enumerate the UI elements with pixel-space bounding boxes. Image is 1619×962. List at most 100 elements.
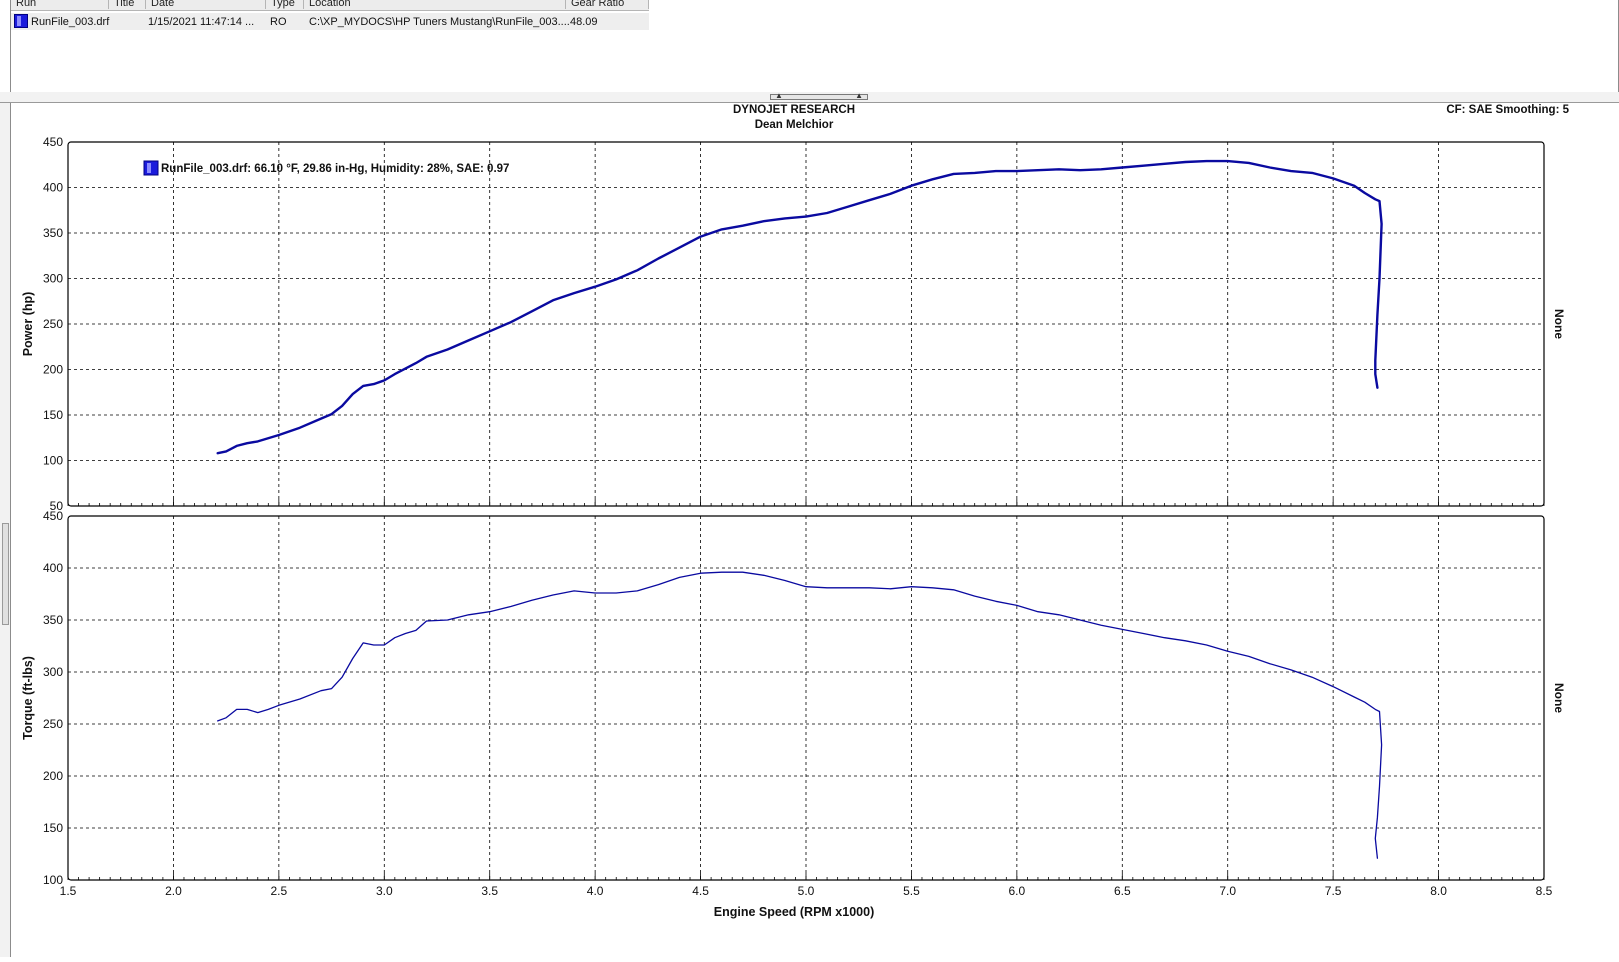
data-point: [1364, 192, 1365, 193]
data-point: [1122, 167, 1123, 168]
data-point: [1206, 644, 1207, 645]
company-title: DYNOJET RESEARCH: [733, 104, 855, 116]
data-point: [320, 418, 321, 419]
data-point: [1354, 185, 1355, 186]
data-point: [974, 596, 975, 597]
x-tick-label: 2.0: [165, 884, 182, 898]
data-point: [1227, 651, 1228, 652]
data-point: [1379, 786, 1380, 787]
y-tick-label: 200: [43, 363, 63, 377]
data-point: [1185, 640, 1186, 641]
data-point: [394, 637, 395, 638]
legend-swatch-highlight: [147, 163, 151, 173]
data-point: [1375, 374, 1376, 375]
data-point: [1058, 169, 1059, 170]
data-point: [236, 445, 237, 446]
data-point: [721, 572, 722, 573]
data-point: [278, 434, 279, 435]
x-tick-label: 4.5: [692, 884, 709, 898]
data-point: [363, 642, 364, 643]
data-point: [1377, 387, 1378, 388]
x-tick-label: 3.0: [376, 884, 393, 898]
data-point: [331, 688, 332, 689]
data-point: [784, 580, 785, 581]
data-point: [1269, 663, 1270, 664]
data-point: [700, 573, 701, 574]
data-point: [1164, 163, 1165, 164]
column-header-date[interactable]: Date: [146, 0, 266, 9]
data-point: [848, 587, 849, 588]
data-point: [510, 322, 511, 323]
data-point: [247, 443, 248, 444]
data-point: [1377, 817, 1378, 818]
y-axis-label: Power (hp): [21, 292, 35, 357]
data-point: [299, 698, 300, 699]
data-point: [415, 363, 416, 364]
column-header-run[interactable]: Run: [11, 0, 109, 9]
data-point: [1354, 696, 1355, 697]
data-point: [226, 717, 227, 718]
data-point: [268, 709, 269, 710]
data-point: [1290, 669, 1291, 670]
data-point: [1143, 633, 1144, 634]
data-point: [1227, 161, 1228, 162]
column-header-location[interactable]: Location: [304, 0, 566, 9]
data-point: [489, 331, 490, 332]
data-point: [1058, 614, 1059, 615]
data-point: [953, 173, 954, 174]
data-point: [405, 633, 406, 634]
data-point: [700, 236, 701, 237]
data-point: [1379, 201, 1380, 202]
cf-smoothing-label: CF: SAE Smoothing: 5: [1446, 104, 1569, 116]
run-list-panel: Run Title Date Type Location Gear Ratio …: [0, 0, 1619, 93]
data-point: [1375, 709, 1376, 710]
splitter-handle[interactable]: ▲ ▲: [770, 91, 868, 100]
data-point: [1379, 278, 1380, 279]
data-point: [531, 600, 532, 601]
data-point: [890, 193, 891, 194]
data-point: [679, 247, 680, 248]
y-tick-label: 350: [43, 226, 63, 240]
column-header-type[interactable]: Type: [266, 0, 304, 9]
data-point: [1164, 637, 1165, 638]
y-tick-label: 400: [43, 561, 63, 575]
run-location: C:\XP_MYDOCS\HP Tuners Mustang\RunFile_0…: [309, 16, 570, 28]
data-point: [405, 368, 406, 369]
data-point: [373, 384, 374, 385]
run-type: RO: [270, 16, 287, 28]
y-tick-label: 150: [43, 821, 63, 835]
data-point: [784, 218, 785, 219]
data-point: [742, 572, 743, 573]
x-tick-label: 4.0: [587, 884, 604, 898]
data-point: [1290, 171, 1291, 172]
data-point: [869, 200, 870, 201]
column-header-title[interactable]: Title: [109, 0, 146, 9]
data-point: [510, 606, 511, 607]
run-name: RunFile_003.drf: [31, 16, 110, 28]
data-point: [995, 171, 996, 172]
run-table-row[interactable]: RunFile_003.drf 1/15/2021 11:47:14 ... R…: [11, 13, 649, 30]
y-axis-label: Torque (ft-lbs): [21, 656, 35, 740]
data-point: [1016, 605, 1017, 606]
data-point: [721, 229, 722, 230]
y-tick-label: 400: [43, 181, 63, 195]
left-splitter-handle[interactable]: [2, 523, 9, 625]
column-header-gear-ratio[interactable]: Gear Ratio: [566, 0, 649, 9]
y-tick-label: 450: [43, 509, 63, 523]
y-tick-label: 300: [43, 272, 63, 286]
data-point: [217, 453, 218, 454]
data-point: [1377, 858, 1378, 859]
arrow-up-icon: ▲: [775, 91, 783, 100]
run-color-swatch[interactable]: [14, 14, 28, 28]
panel-splitter[interactable]: ▲ ▲: [0, 91, 1619, 103]
y-tick-label: 200: [43, 769, 63, 783]
data-point: [911, 185, 912, 186]
data-point: [1375, 360, 1376, 361]
data-point: [342, 677, 343, 678]
data-point: [226, 451, 227, 452]
data-point: [468, 340, 469, 341]
data-point: [932, 587, 933, 588]
data-point: [1101, 169, 1102, 170]
run-table-header: Run Title Date Type Location Gear Ratio: [11, 0, 649, 11]
data-point: [1269, 167, 1270, 168]
